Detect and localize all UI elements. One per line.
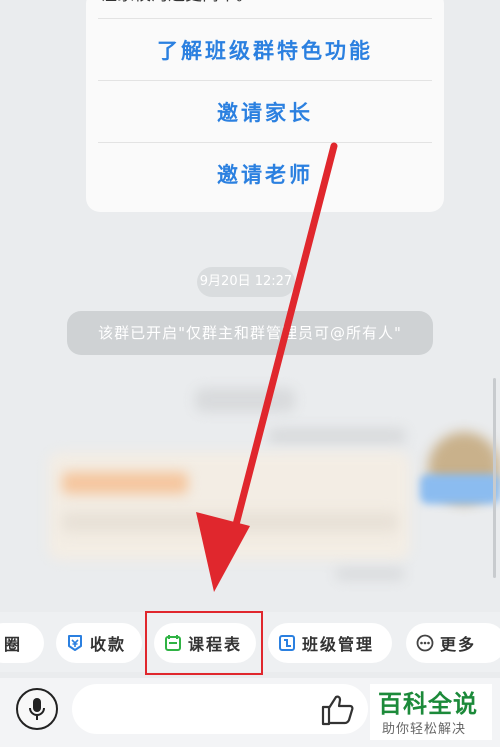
toolbar-item-label: 更多 <box>440 635 477 654</box>
toolbar-item-circle[interactable]: 圈 <box>0 623 44 663</box>
payment-icon <box>68 635 82 651</box>
message-timestamp: 9月20日 12:27 <box>197 267 295 297</box>
scroll-indicator <box>493 378 496 578</box>
blurred-avatar-badge <box>420 474 500 504</box>
blurred-sender-name <box>268 428 406 444</box>
watermark-title: 百科全说 <box>378 690 478 718</box>
toolbar-item-more[interactable]: 更多 <box>406 623 500 663</box>
toolbar-item-label: 班级管理 <box>302 635 375 654</box>
more-icon <box>416 634 434 652</box>
thumbs-up-icon[interactable] <box>320 693 356 727</box>
toolbar-item-label: 圈 <box>4 635 23 654</box>
toolbar-item-class-management[interactable]: 班级管理 <box>268 623 392 663</box>
invite-parents-link[interactable]: 邀请家长 <box>98 80 432 143</box>
blurred-message-footer <box>336 568 404 580</box>
group-intro-card: 让家校沟通更简单。 了解班级群特色功能 邀请家长 邀请老师 <box>86 0 444 212</box>
toolbar-item-label: 课程表 <box>188 635 243 654</box>
watermark-subtitle: 助你轻松解决 <box>382 722 467 737</box>
toolbar-item-payment[interactable]: 收款 <box>56 623 142 663</box>
system-notice: 该群已开启"仅群主和群管理员可@所有人" <box>67 311 433 355</box>
blurred-message-bubble <box>48 452 410 560</box>
calendar-icon <box>165 635 181 651</box>
blurred-timestamp <box>195 388 295 412</box>
invite-teachers-link[interactable]: 邀请老师 <box>98 142 432 205</box>
watermark-logo: 百科全说 助你轻松解决 <box>370 684 492 740</box>
learn-class-group-features-link[interactable]: 了解班级群特色功能 <box>98 18 432 81</box>
class-management-icon <box>279 635 295 651</box>
blurred-message-title <box>62 472 188 494</box>
card-top-text: 让家校沟通更简单。 <box>100 0 253 18</box>
toolbar-item-schedule[interactable]: 课程表 <box>154 623 256 663</box>
toolbar-item-label: 收款 <box>90 635 127 654</box>
voice-input-button[interactable] <box>16 688 58 730</box>
blurred-message-body <box>62 512 398 532</box>
microphone-icon <box>29 698 45 720</box>
